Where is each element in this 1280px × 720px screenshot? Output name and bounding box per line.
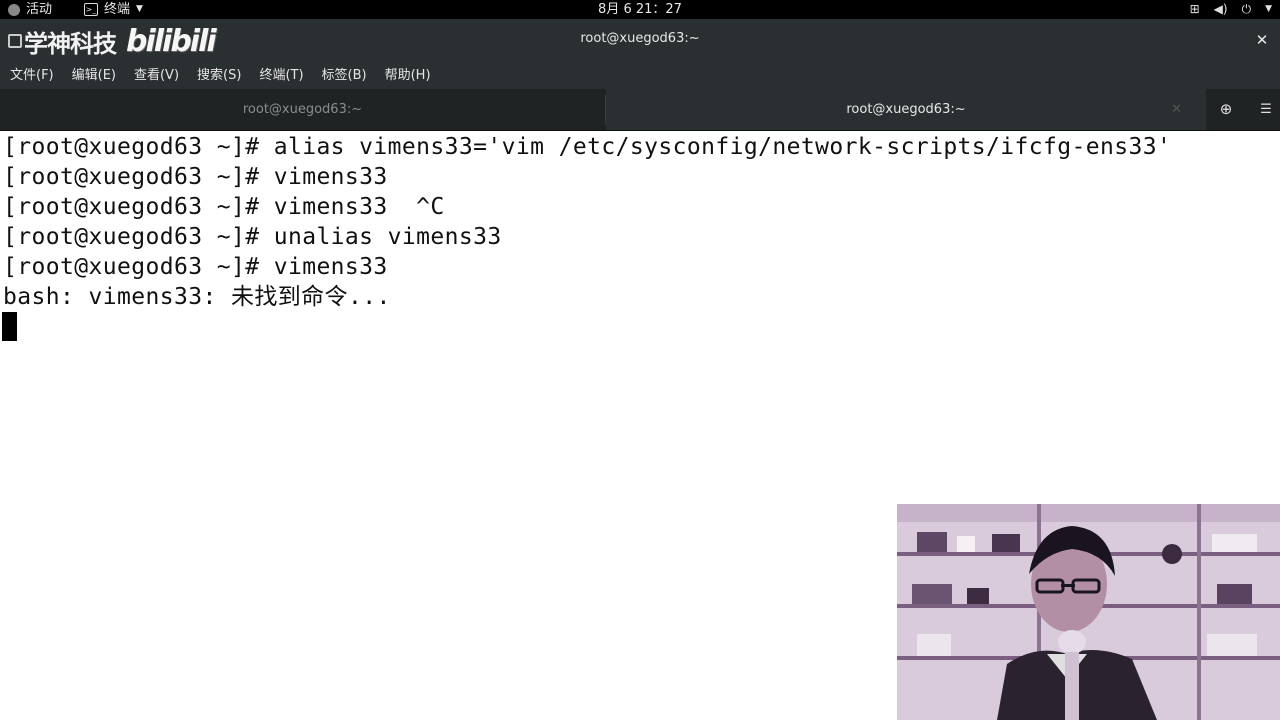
menu-bar: 文件(F) 编辑(E) 查看(V) 搜索(S) 终端(T) 标签(B) 帮助(H… (0, 63, 1280, 89)
chevron-down-icon: ▼ (1265, 4, 1272, 14)
network-icon: ⊞ (1189, 2, 1200, 16)
tab-label: root@xuegod63:~ (846, 102, 966, 117)
clock-label: 8月 6 21：27 (598, 2, 682, 17)
terminal-line: [root@xuegod63 ~]# vimens33 (3, 254, 388, 280)
terminal-line: [root@xuegod63 ~]# unalias vimens33 (3, 224, 502, 250)
terminal-line: [root@xuegod63 ~]# vimens33 (3, 164, 388, 190)
close-icon: ✕ (1255, 31, 1269, 49)
menu-search[interactable]: 搜索(S) (189, 63, 249, 89)
window-titlebar[interactable]: root@xuegod63:~ 学神科技 bilibili ✕ (0, 19, 1280, 63)
power-icon: ⏻ (1241, 2, 1252, 16)
menu-terminal[interactable]: 终端(T) (251, 63, 311, 89)
menu-file[interactable]: 文件(F) (2, 63, 62, 89)
tab-bar: root@xuegod63:~ root@xuegod63:~ ✕ ⊕ ☰ (0, 89, 1280, 131)
gnome-top-bar: 活动 >_ 终端 ▼ 8月 6 21：27 ⊞ ◀) ⏻ ▼ (0, 0, 1280, 19)
terminal-line: bash: vimens33: 未找到命令... (3, 284, 391, 310)
menu-help[interactable]: 帮助(H) (377, 63, 439, 89)
menu-edit[interactable]: 编辑(E) (64, 63, 124, 89)
new-tab-button[interactable]: ⊕ (1206, 89, 1246, 130)
new-tab-icon: ⊕ (1219, 100, 1233, 118)
tab-menu-button[interactable]: ☰ (1252, 89, 1280, 130)
status-menu[interactable]: ⊞ ◀) ⏻ ▼ (1190, 0, 1272, 19)
text-cursor (2, 312, 17, 341)
tab-label: root@xuegod63:~ (242, 102, 363, 117)
tab-close-icon[interactable]: ✕ (1171, 89, 1182, 130)
terminal-line: [root@xuegod63 ~]# alias vimens33='vim /… (3, 134, 1172, 160)
bilibili-logo: bilibili (126, 23, 217, 59)
menu-view[interactable]: 查看(V) (126, 63, 187, 89)
tab-1[interactable]: root@xuegod63:~ (0, 89, 605, 130)
watermark-logo: 学神科技 bilibili (8, 22, 217, 60)
webcam-image (897, 504, 1280, 720)
watermark-icon (8, 34, 22, 48)
watermark-text: 学神科技 (24, 29, 117, 58)
clock[interactable]: 8月 6 21：27 (0, 0, 1280, 19)
terminal-line: [root@xuegod63 ~]# vimens33 ^C (3, 194, 445, 220)
webcam-overlay (897, 504, 1280, 720)
menu-tabs[interactable]: 标签(B) (314, 63, 375, 89)
window-close-button[interactable]: ✕ (1254, 32, 1270, 48)
menu-icon: ☰ (1260, 102, 1272, 117)
volume-icon: ◀) (1213, 2, 1228, 16)
tab-2[interactable]: root@xuegod63:~ ✕ (606, 89, 1206, 130)
